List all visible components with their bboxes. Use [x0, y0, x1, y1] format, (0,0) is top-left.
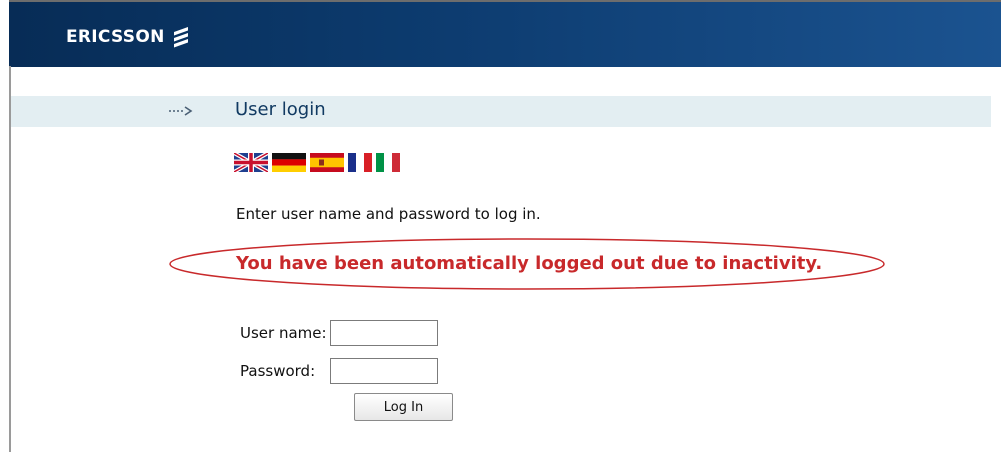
- logout-message-container: You have been automatically logged out d…: [167, 236, 887, 292]
- page-title: User login: [235, 99, 326, 120]
- flag-spain-icon[interactable]: [310, 153, 344, 172]
- flag-france-icon[interactable]: [348, 153, 372, 172]
- inactivity-logout-message: You have been automatically logged out d…: [236, 253, 823, 274]
- password-row: Password:: [240, 358, 439, 384]
- username-input[interactable]: [329, 320, 438, 346]
- logo: ERICSSON: [66, 26, 190, 48]
- flag-uk-icon[interactable]: [234, 153, 268, 172]
- password-input[interactable]: [330, 358, 439, 384]
- password-label: Password:: [240, 362, 316, 380]
- login-instruction: Enter user name and password to log in.: [236, 205, 541, 223]
- language-selector: [234, 153, 400, 172]
- header-bar: ERICSSON: [9, 0, 1001, 67]
- section-header-bar: [11, 96, 991, 127]
- flag-italy-icon[interactable]: [376, 153, 400, 172]
- dotted-arrow-icon: [169, 106, 193, 116]
- logo-text: ERICSSON: [66, 27, 165, 47]
- login-button[interactable]: Log In: [354, 393, 453, 421]
- flag-germany-icon[interactable]: [272, 153, 306, 172]
- username-row: User name:: [240, 320, 438, 346]
- ericsson-logo-icon: [173, 27, 188, 48]
- username-label: User name:: [240, 324, 327, 342]
- login-page: ERICSSON User login Enter user name and …: [0, 0, 1001, 452]
